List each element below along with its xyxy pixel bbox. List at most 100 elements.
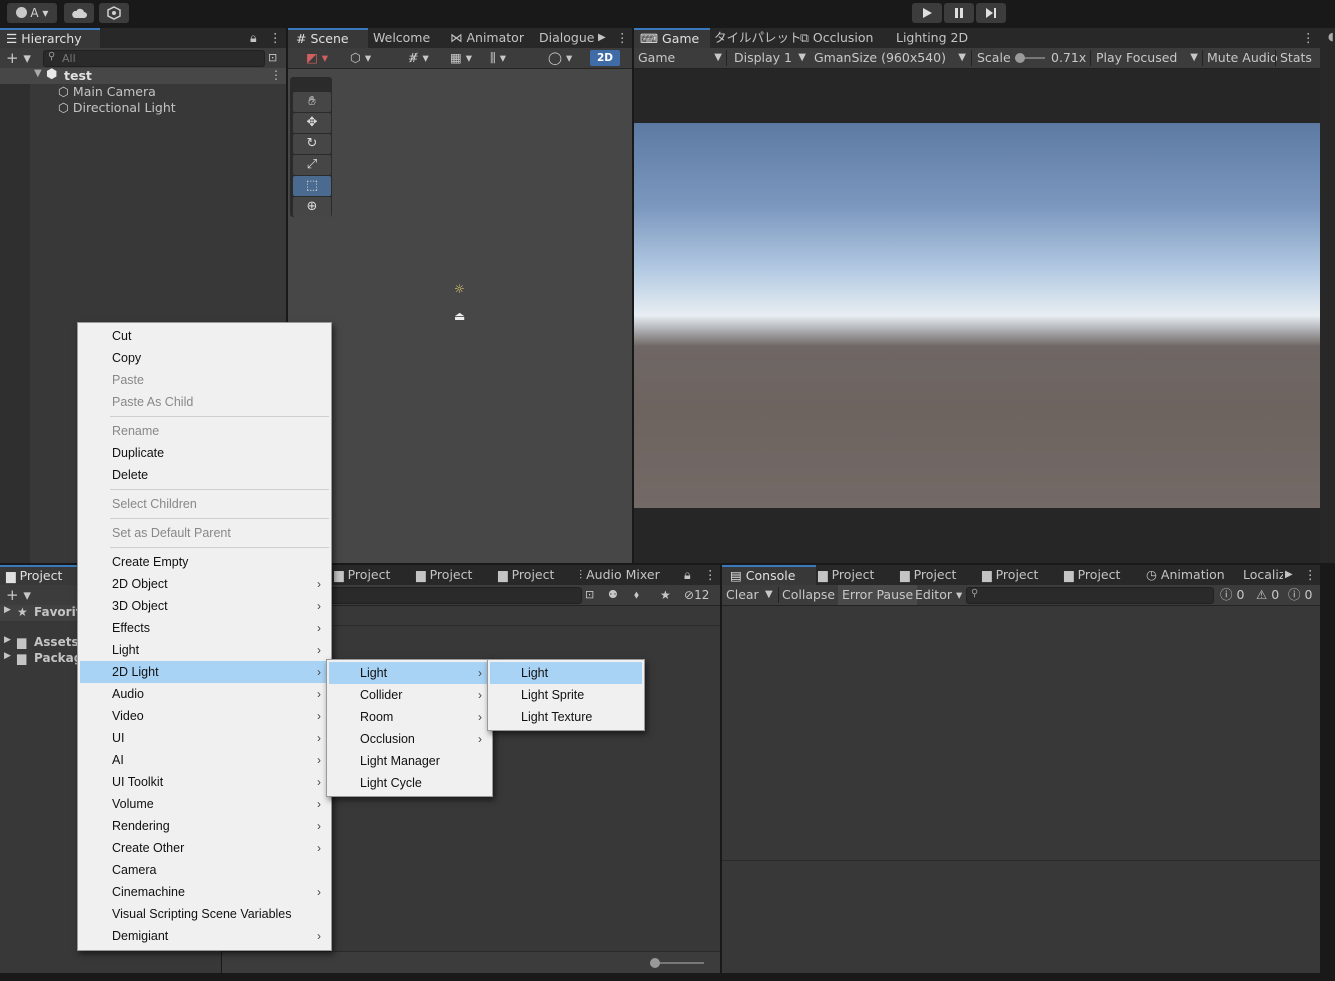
submenu-item-light[interactable]: Light [490,662,642,684]
clear-button[interactable]: Clear [726,585,759,605]
tab-animator[interactable]: ⋈ Animator [450,28,524,48]
tab-dialogue[interactable]: Dialogue [539,28,594,48]
info-count-toggle[interactable]: ⓘ 0 [1220,585,1244,605]
favorite-star-icon[interactable]: ★ [660,585,671,605]
2d-toggle-button[interactable]: 2D [590,50,620,66]
mute-audio-toggle[interactable]: Mute Audio [1207,48,1278,68]
tab-overflow-arrow-icon[interactable]: ▶ [598,28,606,48]
menu-item-visual-scripting-scene-variables[interactable]: Visual Scripting Scene Variables [80,903,329,925]
tab-project[interactable]: ▆ Project [0,565,86,587]
tab-project[interactable]: ▆ Project [416,565,472,585]
tab-project[interactable]: ▆ Project [982,565,1038,585]
menu-item-copy[interactable]: Copy [80,347,329,369]
kebab-menu-icon[interactable]: ⋮ [1302,28,1315,48]
step-button[interactable] [976,3,1006,23]
search-options-icon[interactable]: ⊡ [268,48,277,68]
menu-item-delete[interactable]: Delete [80,464,329,486]
menu-item-camera[interactable]: Camera [80,859,329,881]
submenu-item-light-manager[interactable]: Light Manager [329,750,490,772]
tab-animation[interactable]: ◷ Animation [1146,565,1225,585]
tab-tile-palette[interactable]: タイルパレット [714,28,802,48]
menu-item-audio[interactable]: Audio › [80,683,329,705]
menu-item-2d-object[interactable]: 2D Object › [80,573,329,595]
menu-item-3d-object[interactable]: 3D Object › [80,595,329,617]
camera-gizmo-icon[interactable]: ⏏ [454,309,465,323]
pause-button[interactable] [944,3,974,23]
lock-icon[interactable]: 🔒︎ [684,565,691,585]
tab-lighting-2d[interactable]: Lighting 2D [896,28,968,48]
submenu-item-light[interactable]: Light › [329,662,490,684]
shading-icon[interactable]: ⬡ ▾ [350,48,371,68]
lock-icon[interactable]: 🔒︎ [250,28,262,48]
list-item[interactable]: ⬡ Directional Light [58,100,176,116]
resolution-dropdown[interactable]: GmanSize (960x540) ▼ [814,48,966,68]
clear-options-dropdown[interactable]: ▼ [765,585,773,605]
kebab-menu-icon[interactable]: ⋮ [1304,565,1317,585]
tab-game[interactable]: ⌨ Game [634,28,710,50]
snap-increment-icon[interactable]: ⫼ ▾ [490,48,506,68]
tab-localization[interactable]: Localiz [1243,565,1283,585]
move-tool-icon[interactable]: ✥ [293,113,331,133]
create-dropdown[interactable]: + ▾ [6,48,31,68]
menu-item-create-other[interactable]: Create Other › [80,837,329,859]
zoom-slider[interactable] [650,958,704,968]
rotate-tool-icon[interactable]: ↻ [293,134,331,154]
submenu-item-collider[interactable]: Collider › [329,684,490,706]
menu-item-volume[interactable]: Volume › [80,793,329,815]
tab-project[interactable]: ▆ Project [1064,565,1120,585]
menu-item-video[interactable]: Video › [80,705,329,727]
transform-tool-icon[interactable]: ⊕ [293,197,331,217]
menu-item-2d-light[interactable]: 2D Light › [80,661,329,683]
draw-mode-icon[interactable]: ◩ ▾ [306,48,328,68]
tab-project[interactable]: ▆ Project [334,565,390,585]
hierarchy-search-input[interactable]: ⚲ All [43,50,265,67]
create-dropdown[interactable]: + ▾ [6,585,31,605]
menu-item-cinemachine[interactable]: Cinemachine › [80,881,329,903]
error-count-toggle[interactable]: ⓘ 0 [1288,585,1312,605]
grid-snap-icon[interactable]: #̸ ▾ [408,48,429,68]
scene-kebab-icon[interactable]: ⋮ [270,68,282,82]
menu-item-effects[interactable]: Effects › [80,617,329,639]
filter-type-icon[interactable]: ⚉ [608,585,618,605]
menu-item-ui[interactable]: UI › [80,727,329,749]
collapse-toggle[interactable]: Collapse [782,585,835,605]
stats-toggle[interactable]: Stats [1280,48,1312,68]
tab-overflow-arrow-icon[interactable]: ▶ [1285,565,1293,585]
warning-count-toggle[interactable]: ⚠ 0 [1256,585,1279,605]
rect-tool-icon[interactable]: ⬚ [293,176,331,196]
label-icon[interactable]: ⬧ [634,585,639,605]
menu-item-light[interactable]: Light › [80,639,329,661]
menu-item-ui-toolkit[interactable]: UI Toolkit › [80,771,329,793]
submenu-item-light-texture[interactable]: Light Texture [490,706,642,728]
menu-item-rendering[interactable]: Rendering › [80,815,329,837]
menu-item-duplicate[interactable]: Duplicate [80,442,329,464]
error-pause-toggle[interactable]: Error Pause [838,585,918,605]
play-button[interactable] [912,3,942,23]
play-mode-dropdown[interactable]: Play Focused ▼ [1096,48,1198,68]
hand-tool-icon[interactable]: ✋︎ [293,92,331,112]
tab-project[interactable]: ▆ Project [818,565,874,585]
tab-welcome[interactable]: Welcome [373,28,430,48]
tab-project[interactable]: ▆ Project [900,565,956,585]
submenu-item-light-sprite[interactable]: Light Sprite [490,684,642,706]
tab-console[interactable]: ▤ Console [722,565,816,587]
game-view-dropdown[interactable]: Game ▼ [638,48,722,68]
display-dropdown[interactable]: Display 1 ▼ [734,48,806,68]
menu-item-cut[interactable]: Cut [80,325,329,347]
kebab-menu-icon[interactable]: ⋮ [616,28,629,48]
tab-audio-mixer[interactable]: ⫶ Audio Mixer [579,565,660,585]
menu-item-demigiant[interactable]: Demigiant › [80,925,329,947]
console-splitter[interactable] [722,860,1320,861]
scale-tool-icon[interactable]: ⤢ [293,155,331,175]
editor-dropdown[interactable]: Editor ▾ [911,585,966,605]
kebab-menu-icon[interactable]: ⋮ [269,28,282,48]
tab-occlusion[interactable]: ⧉ Occlusion [800,28,873,48]
inspector-edge-icon[interactable]: ◖ [1328,30,1334,43]
cloud-icon[interactable] [64,3,94,23]
tab-hierarchy[interactable]: ☰ Hierarchy [0,28,100,50]
list-item[interactable]: ⬡ Main Camera [58,84,156,100]
light-gizmo-icon[interactable]: ☼ [454,282,465,296]
submenu-item-room[interactable]: Room › [329,706,490,728]
account-dropdown[interactable]: A ▾ [7,3,57,23]
kebab-menu-icon[interactable]: ⋮ [704,565,717,585]
